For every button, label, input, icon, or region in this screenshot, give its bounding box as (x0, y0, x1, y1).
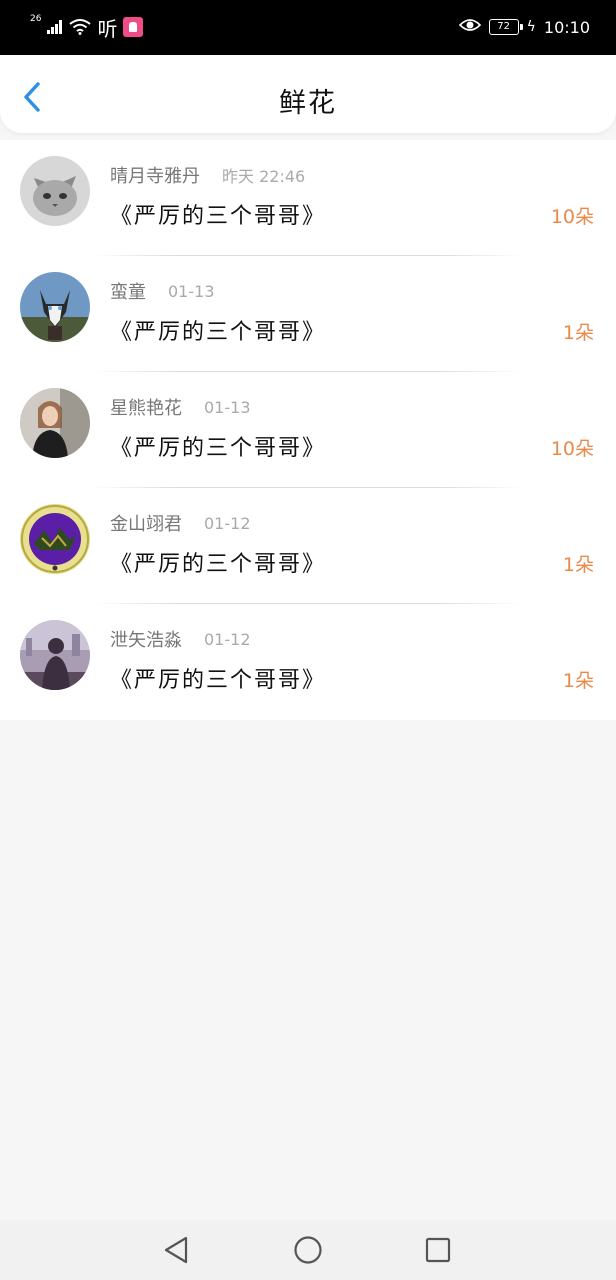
flower-count: 1朵 (562, 670, 594, 692)
sender-name[interactable]: 晴月寺雅丹 (110, 162, 200, 188)
send-time: 01-12 (204, 513, 251, 533)
send-time: 01-12 (204, 629, 251, 649)
list-item[interactable]: 泄矢浩淼 01-12 《严厉的三个哥哥》 1朵 (0, 604, 616, 720)
flower-gift-list: 晴月寺雅丹 昨天 22:46 《严厉的三个哥哥》 10朵 蛮童 01-13 《严… (0, 140, 616, 720)
book-title: 《严厉的三个哥哥》 (110, 320, 327, 345)
sender-name[interactable]: 金山翊君 (110, 510, 182, 536)
status-right: 72 ϟ 10:10 (458, 14, 590, 40)
list-item[interactable]: 晴月寺雅丹 昨天 22:46 《严厉的三个哥哥》 10朵 (0, 140, 616, 256)
flower-count: 1朵 (562, 554, 594, 576)
send-time: 昨天 22:46 (222, 167, 306, 186)
list-item[interactable]: 星熊艳花 01-13 《严厉的三个哥哥》 10朵 (0, 372, 616, 488)
triangle-back-icon (164, 1236, 188, 1264)
app-notification-icon (123, 17, 144, 37)
book-title: 《严厉的三个哥哥》 (110, 204, 327, 229)
nav-home-button[interactable] (292, 1234, 324, 1266)
status-bar: 26 听 72 ϟ 10:10 (0, 0, 616, 55)
circle-home-icon (294, 1236, 322, 1264)
sender-name[interactable]: 蛮童 (110, 278, 146, 304)
clock: 10:10 (543, 17, 590, 37)
list-item[interactable]: 金山翊君 01-12 《严厉的三个哥哥》 1朵 (0, 488, 616, 604)
sender-line: 晴月寺雅丹 昨天 22:46 (110, 162, 305, 188)
nav-back-button[interactable] (160, 1234, 192, 1266)
signal-icon (47, 20, 63, 34)
avatar[interactable] (20, 156, 90, 226)
sender-line: 泄矢浩淼 01-12 (110, 626, 251, 652)
wifi-icon (69, 19, 92, 35)
status-left: 26 听 (30, 14, 144, 41)
avatar[interactable] (20, 388, 90, 458)
page-title: 鲜花 (279, 88, 337, 119)
avatar[interactable] (20, 272, 90, 342)
system-nav-bar (0, 1220, 616, 1280)
network-type: 26 (30, 14, 42, 24)
avatar[interactable] (20, 504, 90, 574)
send-time: 01-13 (204, 397, 251, 417)
flower-count: 1朵 (562, 322, 594, 344)
flower-count: 10朵 (550, 206, 594, 228)
eye-icon (458, 17, 481, 37)
app-notification-glyph: 听 (97, 16, 118, 41)
sender-name[interactable]: 泄矢浩淼 (110, 626, 182, 652)
nav-recents-button[interactable] (422, 1234, 454, 1266)
book-title: 《严厉的三个哥哥》 (110, 436, 327, 461)
list-item[interactable]: 蛮童 01-13 《严厉的三个哥哥》 1朵 (0, 256, 616, 372)
square-recents-icon (425, 1237, 451, 1263)
book-title: 《严厉的三个哥哥》 (110, 668, 327, 693)
sender-line: 蛮童 01-13 (110, 278, 215, 304)
send-time: 01-13 (168, 281, 215, 301)
title-bar: 鲜花 (0, 55, 616, 133)
book-title: 《严厉的三个哥哥》 (110, 552, 327, 577)
sender-line: 星熊艳花 01-13 (110, 394, 251, 420)
battery-icon: 72 (488, 19, 523, 35)
sender-name[interactable]: 星熊艳花 (110, 394, 182, 420)
sender-line: 金山翊君 01-12 (110, 510, 251, 536)
avatar[interactable] (20, 620, 90, 690)
flower-count: 10朵 (550, 438, 594, 460)
charging-icon: ϟ (526, 19, 536, 35)
